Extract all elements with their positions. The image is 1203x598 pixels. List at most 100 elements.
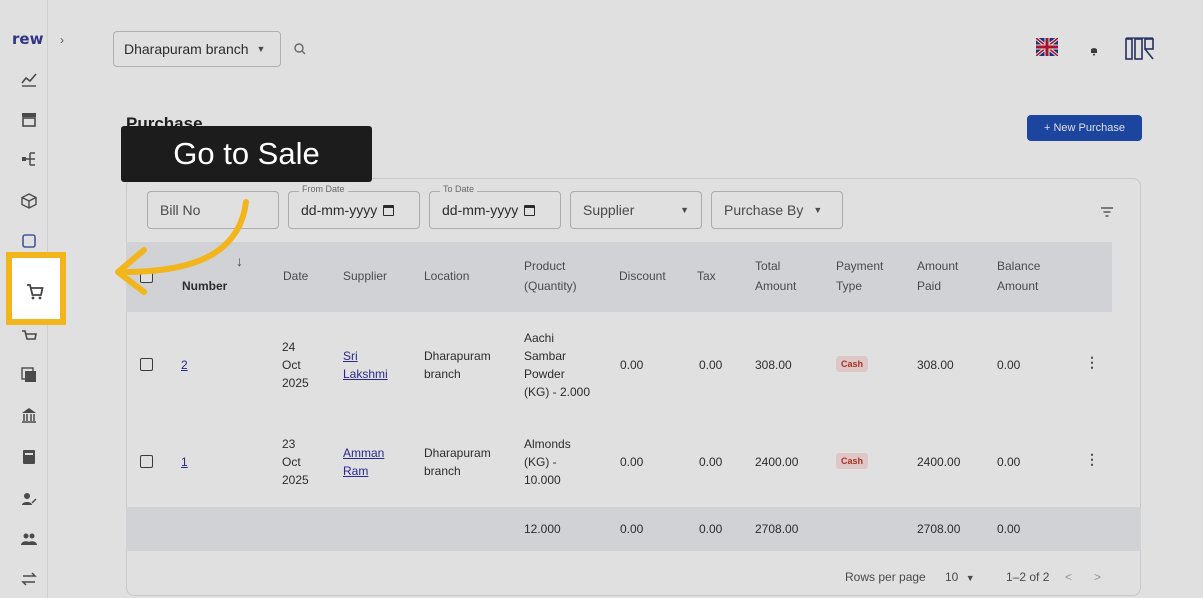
col-date: Date: [283, 269, 309, 283]
row-date: 23 Oct 2025: [282, 435, 309, 489]
col-product-line1: Product: [524, 259, 566, 273]
supplier-line2: Ram: [343, 464, 369, 478]
chevron-down-icon: ▼: [256, 44, 266, 54]
branch-select[interactable]: Dharapuram branch ▼: [113, 31, 281, 67]
users-icon[interactable]: [20, 530, 38, 548]
row-tax: 0.00: [699, 455, 723, 469]
col-paid-line2: Paid: [917, 279, 942, 293]
total-amount: 2708.00: [755, 522, 799, 536]
col-balance-line2: Amount: [997, 279, 1039, 293]
expand-chevron-icon[interactable]: ›: [60, 33, 64, 47]
brand-logo: rew: [12, 30, 44, 48]
supplier-select[interactable]: Supplier ▼: [570, 191, 702, 229]
uk-flag-icon[interactable]: [1034, 36, 1060, 58]
location-line1: Dharapuram: [424, 349, 491, 363]
next-page-icon[interactable]: >: [1094, 570, 1101, 584]
avatar[interactable]: [1125, 35, 1155, 61]
col-amount-paid: Amount Paid: [917, 256, 958, 296]
supplier-link[interactable]: Sri Lakshmi: [343, 347, 388, 383]
purchase-number-link[interactable]: 2: [181, 356, 188, 374]
supplier-line1: Sri: [343, 349, 358, 363]
chevron-down-icon: ▼: [813, 205, 823, 215]
row-checkbox[interactable]: [140, 455, 153, 468]
tutorial-tooltip: Go to Sale: [121, 126, 372, 182]
col-tax: Tax: [697, 269, 716, 283]
row-location: Dharapuram branch: [424, 347, 491, 383]
ledger-icon[interactable]: [20, 448, 38, 466]
row-date: 24 Oct 2025: [282, 338, 309, 392]
to-date-value: dd-mm-yyyy: [442, 202, 519, 218]
total-discount: 0.00: [620, 522, 644, 536]
new-purchase-button[interactable]: + New Purchase: [1027, 115, 1142, 141]
total-balance: 0.00: [997, 522, 1021, 536]
building-icon[interactable]: [20, 406, 38, 424]
more-vert-icon[interactable]: ⋮: [1085, 451, 1099, 468]
col-discount: Discount: [619, 269, 666, 283]
product-line2: Sambar: [524, 349, 567, 363]
copy-icon[interactable]: [20, 366, 38, 384]
col-total-line1: Total: [755, 259, 781, 273]
row-location: Dharapuram branch: [424, 444, 491, 480]
col-total-line2: Amount: [755, 279, 797, 293]
more-vert-icon[interactable]: ⋮: [1085, 354, 1099, 371]
col-supplier: Supplier: [343, 269, 388, 283]
to-date-input[interactable]: To Date dd-mm-yyyy: [429, 184, 561, 229]
purchase-by-select[interactable]: Purchase By ▼: [711, 191, 843, 229]
date-month: Oct: [282, 358, 301, 372]
col-balance: Balance Amount: [997, 256, 1040, 296]
pagination-range: 1–2 of 2: [1006, 570, 1050, 584]
col-total: Total Amount: [755, 256, 796, 296]
product-line3: Powder: [524, 367, 565, 381]
calendar-icon[interactable]: [383, 204, 395, 216]
col-paid-line1: Amount: [917, 259, 959, 273]
location-line1: Dharapuram: [424, 446, 491, 460]
product-line4: (KG) - 2.000: [524, 385, 591, 399]
bell-icon[interactable]: [1089, 43, 1099, 56]
hierarchy-icon[interactable]: [20, 150, 38, 168]
search-icon[interactable]: [293, 42, 307, 56]
orders-icon[interactable]: [20, 232, 38, 250]
row-checkbox[interactable]: [140, 358, 153, 371]
from-date-input[interactable]: From Date dd-mm-yyyy: [288, 184, 420, 229]
total-quantity: 12.000: [524, 522, 561, 536]
from-date-label: From Date: [299, 184, 348, 194]
supplier-link[interactable]: Amman Ram: [343, 444, 384, 480]
total-tax: 0.00: [699, 522, 723, 536]
product-line3: 10.000: [524, 473, 561, 487]
analytics-icon[interactable]: [20, 70, 38, 88]
filter-list-icon[interactable]: [1100, 205, 1114, 217]
date-day: 24: [282, 340, 296, 354]
row-total: 2400.00: [755, 455, 799, 469]
rows-per-page-label: Rows per page: [845, 570, 926, 584]
product-box-icon[interactable]: [20, 192, 38, 210]
purchase-cart-icon[interactable]: [26, 283, 44, 301]
chevron-down-icon: ▼: [680, 205, 689, 215]
row-product: Aachi Sambar Powder (KG) - 2.000: [524, 329, 590, 401]
supplier-placeholder: Supplier: [583, 202, 635, 218]
rows-per-page-select[interactable]: 10 ▼: [945, 570, 975, 584]
transfer-icon[interactable]: [20, 570, 38, 588]
col-payment-type: Payment Type: [836, 256, 883, 296]
payment-badge: Cash: [836, 356, 869, 372]
payment-badge: Cash: [836, 453, 869, 469]
chevron-down-icon: ▼: [965, 573, 975, 583]
col-payment-line2: Type: [836, 279, 863, 293]
prev-page-icon[interactable]: <: [1065, 570, 1072, 584]
col-product: Product (Quantity): [524, 256, 577, 296]
total-paid: 2708.00: [917, 522, 961, 536]
user-edit-icon[interactable]: [20, 490, 38, 508]
purchase-by-placeholder: Purchase By: [724, 202, 804, 218]
product-line2: (KG) -: [524, 455, 557, 469]
store-icon[interactable]: [20, 110, 38, 128]
col-product-line2: (Quantity): [524, 279, 577, 293]
product-line1: Aachi: [524, 331, 555, 345]
calendar-icon[interactable]: [524, 204, 536, 216]
row-balance: 0.00: [997, 455, 1021, 469]
rows-per-page-value: 10: [945, 570, 959, 584]
sale-icon[interactable]: [20, 328, 38, 346]
purchase-number-link[interactable]: 1: [181, 453, 188, 471]
col-payment-line1: Payment: [836, 259, 884, 273]
supplier-line2: Lakshmi: [343, 367, 388, 381]
location-line2: branch: [424, 367, 461, 381]
row-discount: 0.00: [620, 455, 644, 469]
